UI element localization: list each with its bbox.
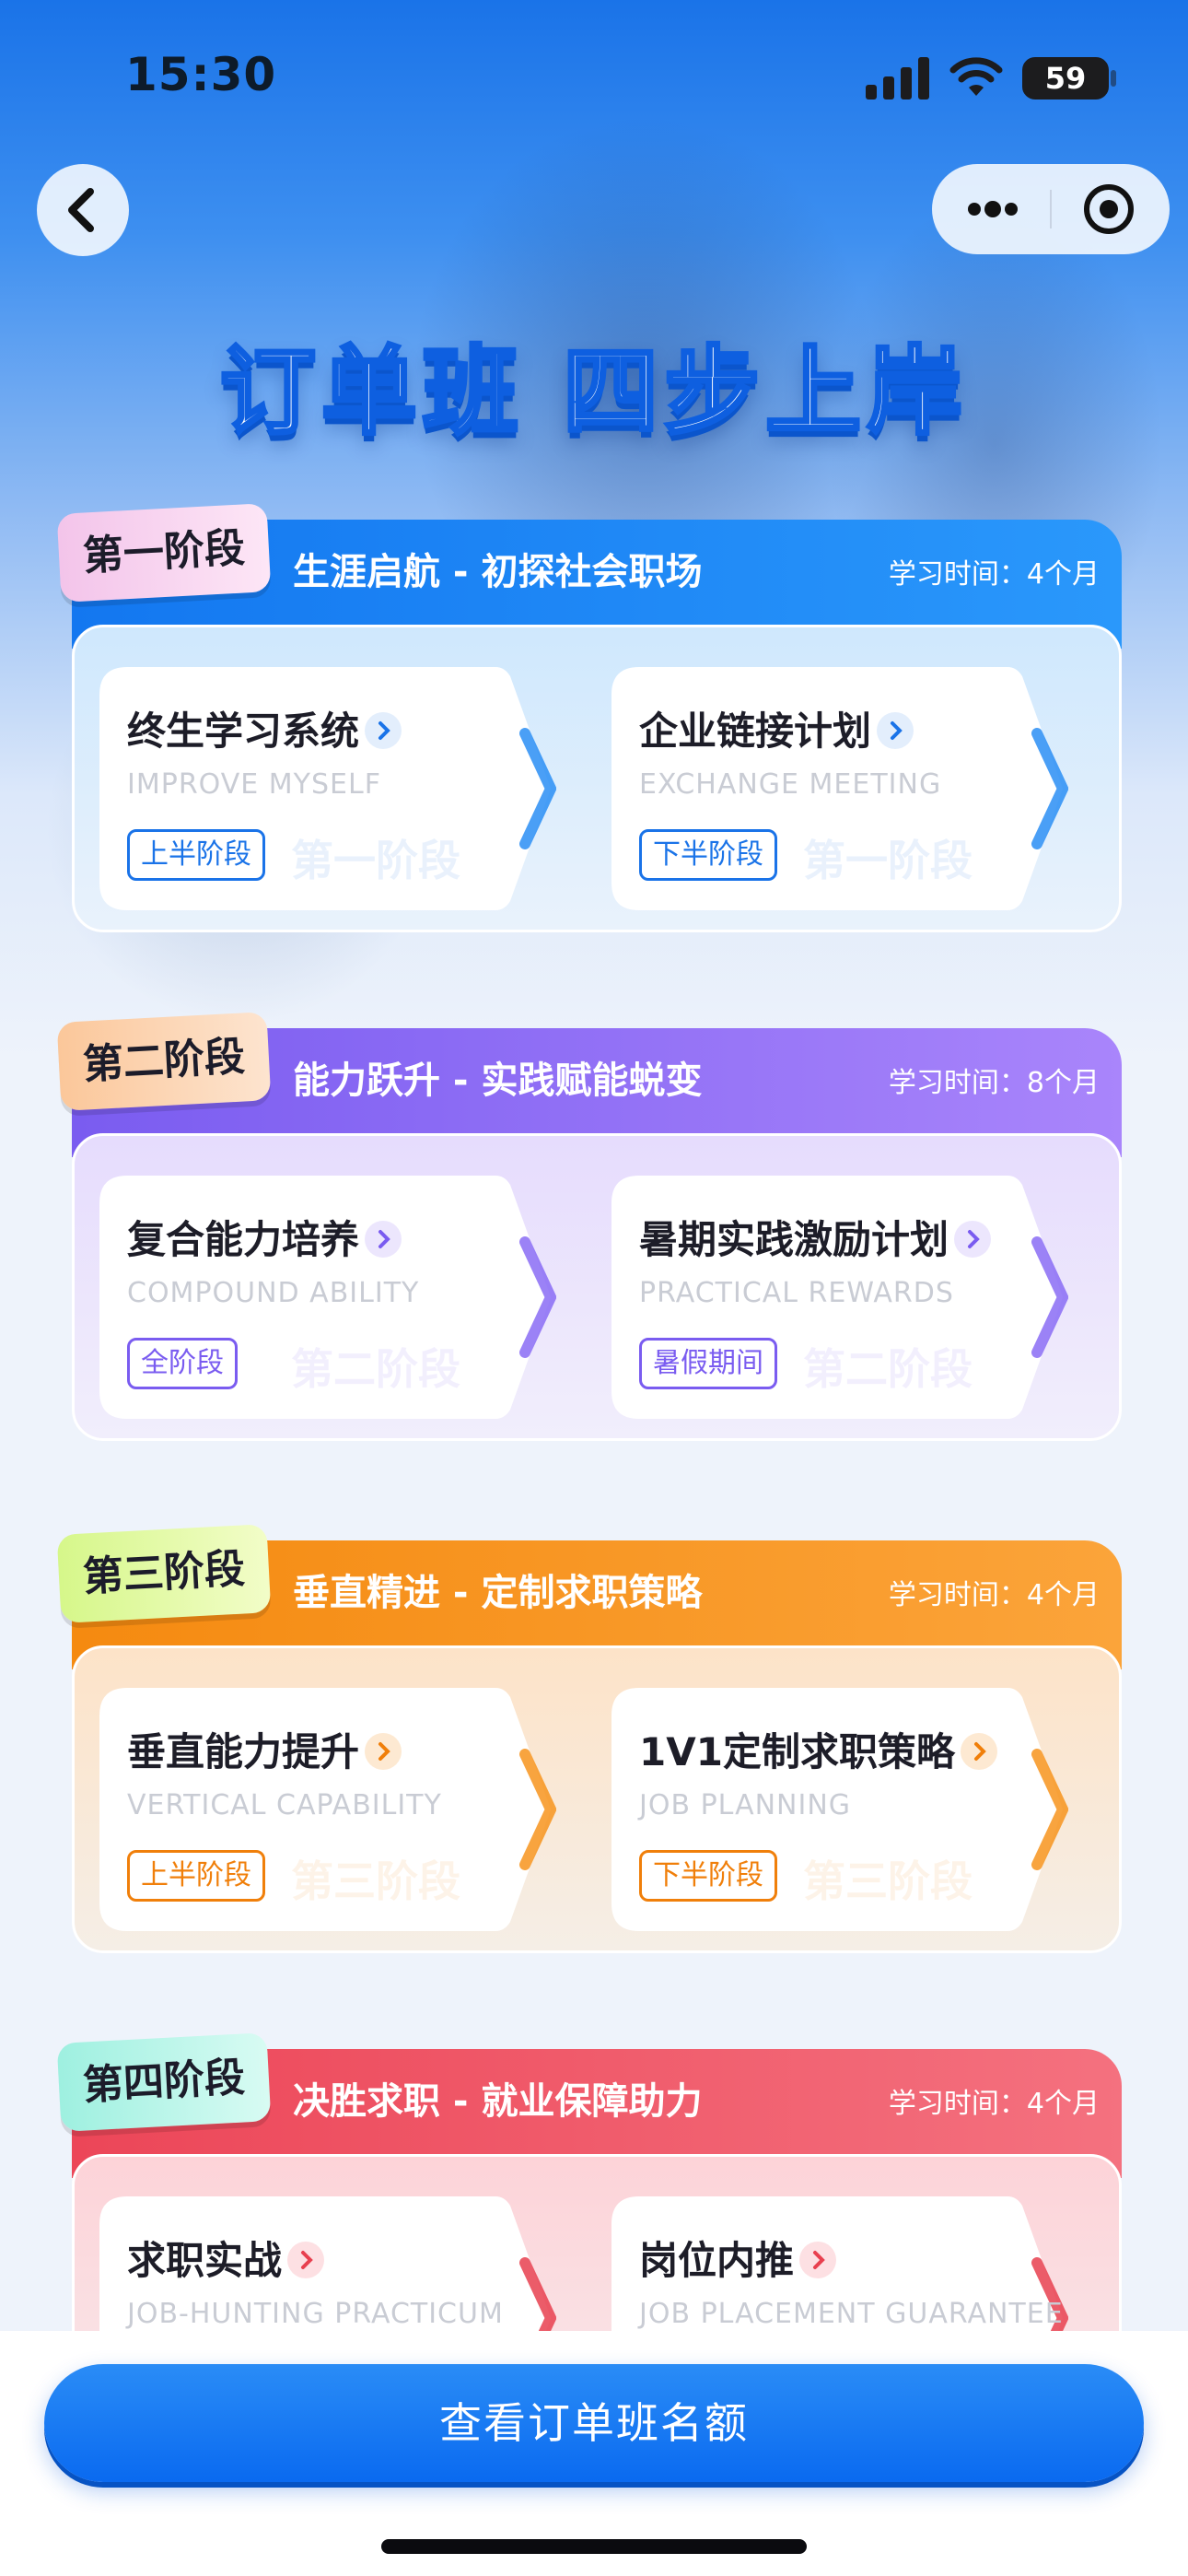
card-watermark: 第三阶段 [291,1856,460,1906]
stage-badge: 第一阶段 [56,503,272,603]
card-watermark: 第一阶段 [803,836,973,885]
stage-study-time: 学习时间：4个月 [888,1579,1100,1611]
chevron-right-icon [365,1220,402,1258]
course-card[interactable]: 企业链接计划 EXCHANGE MEETING 下半阶段 第一阶段 [611,667,1068,910]
home-indicator [381,2539,807,2554]
status-time: 15:30 [125,48,277,101]
card-tag: 下半阶段 [639,829,777,881]
card-tag: 下半阶段 [639,1850,777,1902]
course-card[interactable]: 复合能力培养 COMPOUND ABILITY 全阶段 第二阶段 [99,1176,556,1419]
battery-icon: 59 [1022,57,1109,100]
stage-name: 生涯启航 - 初探社会职场 [293,551,703,593]
card-title: 终生学习系统 [127,700,402,756]
stage-badge: 第三阶段 [56,1524,272,1623]
stage-name: 能力跃升 - 实践赋能蜕变 [293,1060,703,1102]
page-title: 订单班 四步上岸 [218,334,969,450]
card-title: 复合能力培养 [127,1209,402,1265]
chevron-right-icon [799,2241,837,2278]
course-card[interactable]: 垂直能力提升 VERTICAL CAPABILITY 上半阶段 第三阶段 [99,1688,556,1931]
card-title: 求职实战 [127,2230,325,2286]
back-button[interactable] [37,164,129,256]
stage-badge: 第二阶段 [56,1012,272,1111]
chevron-right-icon [365,711,402,749]
card-watermark: 第一阶段 [291,836,460,885]
chevron-right-icon [877,711,914,749]
card-subtitle: COMPOUND ABILITY [127,1277,420,1309]
view-quota-button[interactable]: 查看订单班名额 [44,2364,1144,2482]
stage-badge: 第四阶段 [56,2032,272,2132]
stage-study-time: 学习时间：4个月 [888,2088,1100,2120]
card-title: 1V1定制求职策略 [639,1721,997,1777]
wifi-icon [949,57,1003,96]
stage-name: 垂直精进 - 定制求职策略 [293,1572,703,1614]
cellular-signal-icon [866,57,929,100]
battery-level: 59 [1044,61,1087,96]
stage-3: 第三阶段 垂直精进 - 定制求职策略 学习时间：4个月 垂直能力提升 VERTI… [56,1524,1122,1964]
chevron-left-icon [68,188,94,232]
card-title: 暑期实践激励计划 [639,1209,992,1265]
card-watermark: 第二阶段 [291,1344,460,1394]
status-bar: 15:30 59 [0,0,1188,157]
card-title: 企业链接计划 [639,700,914,756]
more-icon[interactable] [932,164,1050,254]
card-subtitle: IMPROVE MYSELF [127,768,381,801]
stage-study-time: 学习时间：4个月 [888,558,1100,591]
course-card[interactable]: 暑期实践激励计划 PRACTICAL REWARDS 暑假期间 第二阶段 [611,1176,1068,1419]
card-subtitle: EXCHANGE MEETING [639,768,942,801]
card-subtitle: JOB PLACEMENT GUARANTEE [639,2298,1064,2330]
chevron-right-icon [287,2241,325,2278]
stage-2: 第二阶段 能力跃升 - 实践赋能蜕变 学习时间：8个月 复合能力培养 COMPO… [56,1012,1122,1452]
card-watermark: 第三阶段 [803,1856,973,1906]
card-subtitle: VERTICAL CAPABILITY [127,1789,442,1821]
chevron-right-icon [960,1732,997,1770]
battery-tip [1111,70,1116,87]
stage-study-time: 学习时间：8个月 [888,1067,1100,1099]
chevron-right-icon [365,1732,402,1770]
chevron-right-icon [954,1220,992,1258]
stage-1: 第一阶段 生涯启航 - 初探社会职场 学习时间：4个月 终生学习系统 IMPRO… [56,503,1122,943]
stage-name: 决胜求职 - 就业保障助力 [293,2080,703,2123]
course-card[interactable]: 终生学习系统 IMPROVE MYSELF 上半阶段 第一阶段 [99,667,556,910]
miniapp-capsule [932,164,1170,254]
course-card[interactable]: 1V1定制求职策略 JOB PLANNING 下半阶段 第三阶段 [611,1688,1068,1931]
card-tag: 上半阶段 [127,829,265,881]
card-subtitle: PRACTICAL REWARDS [639,1277,954,1309]
card-title: 垂直能力提升 [127,1721,402,1777]
card-title: 岗位内推 [639,2230,837,2286]
close-miniapp-icon[interactable] [1052,164,1170,254]
card-tag: 暑假期间 [639,1338,777,1389]
card-subtitle: JOB PLANNING [639,1789,852,1821]
card-tag: 上半阶段 [127,1850,265,1902]
card-subtitle: JOB-HUNTING PRACTICUM [127,2298,504,2330]
card-tag: 全阶段 [127,1338,238,1389]
card-watermark: 第二阶段 [803,1344,973,1394]
